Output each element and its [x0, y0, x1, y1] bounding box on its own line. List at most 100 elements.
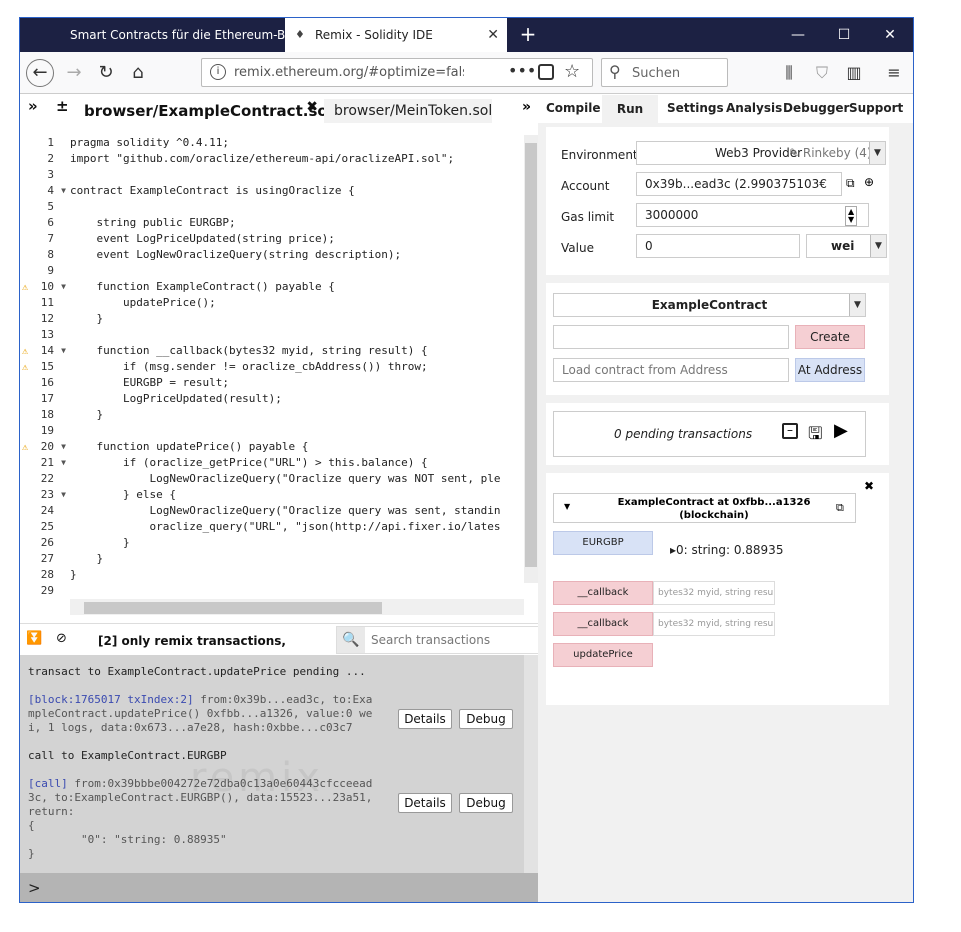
transaction-search[interactable]: 🔍 Search transactions — [336, 626, 540, 654]
code-line[interactable]: function updatePrice() payable { — [70, 439, 524, 455]
close-instance-icon[interactable]: ✖ — [864, 479, 874, 493]
tab-compile[interactable]: Compile — [546, 101, 601, 115]
new-tab-icon[interactable]: + — [514, 18, 542, 52]
fold-icon[interactable]: ▼ — [61, 343, 66, 359]
close-tab-icon[interactable]: ✕ — [487, 18, 499, 52]
menu-icon[interactable]: ≡ — [882, 60, 906, 86]
code-line[interactable]: LogNewOraclizeQuery("Oraclize query was … — [70, 471, 524, 487]
tab-run[interactable]: Run — [602, 95, 658, 123]
fold-icon[interactable]: ▼ — [61, 455, 66, 471]
load-address-input[interactable]: Load contract from Address — [553, 358, 789, 382]
search-input[interactable]: ⚲ Suchen — [601, 58, 728, 87]
warning-icon[interactable]: ⚠ — [22, 280, 28, 296]
contract-select[interactable]: ExampleContract ▼ — [553, 293, 866, 317]
instance-header[interactable]: ▼ ExampleContract at 0xfbb...a1326 (block… — [553, 493, 856, 523]
code-line[interactable]: LogNewOraclizeQuery("Oraclize query was … — [70, 503, 524, 519]
clear-terminal-icon[interactable]: ⊘ — [56, 631, 67, 646]
forward-icon[interactable]: → — [60, 60, 88, 86]
code-line[interactable]: event LogPriceUpdated(string price); — [70, 231, 524, 247]
code-line[interactable]: updatePrice(); — [70, 295, 524, 311]
editor-vscroll-thumb[interactable] — [525, 143, 537, 567]
copy-icon[interactable]: ⧉ — [846, 176, 855, 191]
code-line[interactable]: event LogNewOraclizeQuery(string descrip… — [70, 247, 524, 263]
eurgbp-button[interactable]: EURGBP — [553, 531, 653, 555]
shield-icon[interactable]: ⛉ — [810, 60, 834, 86]
stepper-icon[interactable]: ▲ ▼ — [845, 206, 858, 226]
back-icon[interactable]: ← — [26, 59, 54, 87]
code-line[interactable]: } — [70, 407, 524, 423]
tab-smart-contracts[interactable]: Smart Contracts für die Ethereum-B — [60, 18, 285, 52]
url-bar[interactable]: i remix.ethereum.org/#optimize=false&v •… — [201, 58, 593, 87]
create-button[interactable]: Create — [795, 325, 865, 349]
code-line[interactable]: } — [70, 311, 524, 327]
file-tab-example-contract[interactable]: browser/ExampleContract.sol ✖ — [76, 99, 333, 123]
callback-button[interactable]: __callback — [553, 581, 653, 605]
library-icon[interactable]: ⫼ — [777, 60, 801, 86]
value-unit-select[interactable]: wei ▼ — [806, 234, 887, 258]
info-icon[interactable]: i — [210, 64, 226, 80]
at-address-button[interactable]: At Address — [795, 358, 865, 382]
code-line[interactable]: import "github.com/oraclize/ethereum-api… — [70, 151, 524, 167]
code-line[interactable]: function __callback(bytes32 myid, string… — [70, 343, 524, 359]
code-line[interactable]: string public EURGBP; — [70, 215, 524, 231]
debug-button[interactable]: Debug — [459, 793, 513, 813]
close-file-icon[interactable]: ✖ — [306, 95, 318, 119]
bookmark-star-icon[interactable]: ☆ — [564, 61, 580, 82]
code-line[interactable]: } — [70, 567, 524, 583]
warning-icon[interactable]: ⚠ — [22, 344, 28, 360]
gas-limit-input[interactable]: 3000000 — [636, 203, 869, 227]
code-line[interactable] — [70, 199, 524, 215]
fold-icon[interactable]: ▼ — [61, 279, 66, 295]
callback-button[interactable]: __callback — [553, 612, 653, 636]
value-input[interactable]: 0 — [636, 234, 800, 258]
code-line[interactable]: pragma solidity ^0.4.11; — [70, 135, 524, 151]
callback-input[interactable]: bytes32 myid, string resul — [653, 612, 775, 636]
code-line[interactable]: if (msg.sender != oraclize_cbAddress()) … — [70, 359, 524, 375]
add-account-icon[interactable]: ⊕ — [864, 175, 874, 189]
fold-icon[interactable]: ▼ — [61, 183, 66, 199]
zoom-icon[interactable]: ± — [56, 97, 69, 115]
code-line[interactable]: EURGBP = result; — [70, 375, 524, 391]
constructor-input[interactable] — [553, 325, 789, 349]
tab-settings[interactable]: Settings — [667, 101, 724, 115]
callback-input[interactable]: bytes32 myid, string resul — [653, 581, 775, 605]
warning-icon[interactable]: ⚠ — [22, 440, 28, 456]
terminal-filter-select[interactable]: [2] only remix transactions, script ▼ — [88, 629, 324, 672]
toggle-files-icon[interactable]: » — [28, 97, 38, 115]
editor-hscroll-thumb[interactable] — [84, 602, 382, 614]
tab-remix[interactable]: ♦ Remix - Solidity IDE ✕ — [285, 18, 507, 52]
code-line[interactable]: } else { — [70, 487, 524, 503]
fold-icon[interactable]: ▼ — [61, 439, 66, 455]
toggle-panel-icon[interactable]: » — [522, 99, 531, 115]
code-line[interactable] — [70, 423, 524, 439]
code-line[interactable] — [70, 167, 524, 183]
home-icon[interactable]: ⌂ — [124, 60, 152, 86]
details-button[interactable]: Details — [398, 709, 452, 729]
environment-select[interactable]: Web3 Provider ✎ Rinkeby (4) ▼ — [636, 141, 886, 165]
account-select[interactable]: 0x39b...ead3c (2.990375103€ — [636, 172, 842, 196]
terminal-output[interactable]: remix transact to ExampleContract.update… — [20, 655, 538, 902]
pocket-icon[interactable] — [538, 64, 554, 80]
update-price-button[interactable]: updatePrice — [553, 643, 653, 667]
clear-pending-icon[interactable]: – — [782, 423, 798, 439]
warning-icon[interactable]: ⚠ — [22, 360, 28, 376]
caret-down-icon[interactable]: ▼ — [564, 502, 570, 511]
collapse-terminal-icon[interactable]: ⏬ — [26, 631, 42, 646]
tab-analysis[interactable]: Analysis — [726, 101, 782, 115]
copy-address-icon[interactable]: ⧉ — [836, 501, 844, 515]
code-line[interactable]: } — [70, 535, 524, 551]
code-line[interactable] — [70, 327, 524, 343]
code-lines[interactable]: pragma solidity ^0.4.11; import "github.c… — [70, 135, 524, 583]
save-icon[interactable]: 🖫 — [808, 421, 822, 450]
code-editor[interactable]: 1 2 3 4 ▼ 5 6 7 8 9 ⚠ 10 ▼ 11 12 13 ⚠ 14 ▼ ⚠ 15 16 17 18 19 ⚠ 20 ▼ 2… — [20, 135, 538, 615]
terminal-scrollbar[interactable] — [524, 655, 538, 875]
right-scrollbar[interactable] — [897, 125, 913, 902]
code-line[interactable]: oraclize_query("URL", "json(http://api.f… — [70, 519, 524, 535]
page-actions-icon[interactable]: ••• — [508, 61, 536, 80]
tab-support[interactable]: Support — [849, 101, 903, 115]
tab-debugger[interactable]: Debugger — [783, 101, 849, 115]
terminal-prompt[interactable]: > — [20, 873, 538, 902]
code-line[interactable]: contract ExampleContract is usingOracliz… — [70, 183, 524, 199]
fold-icon[interactable]: ▼ — [61, 487, 66, 503]
code-line[interactable]: function ExampleContract() payable { — [70, 279, 524, 295]
